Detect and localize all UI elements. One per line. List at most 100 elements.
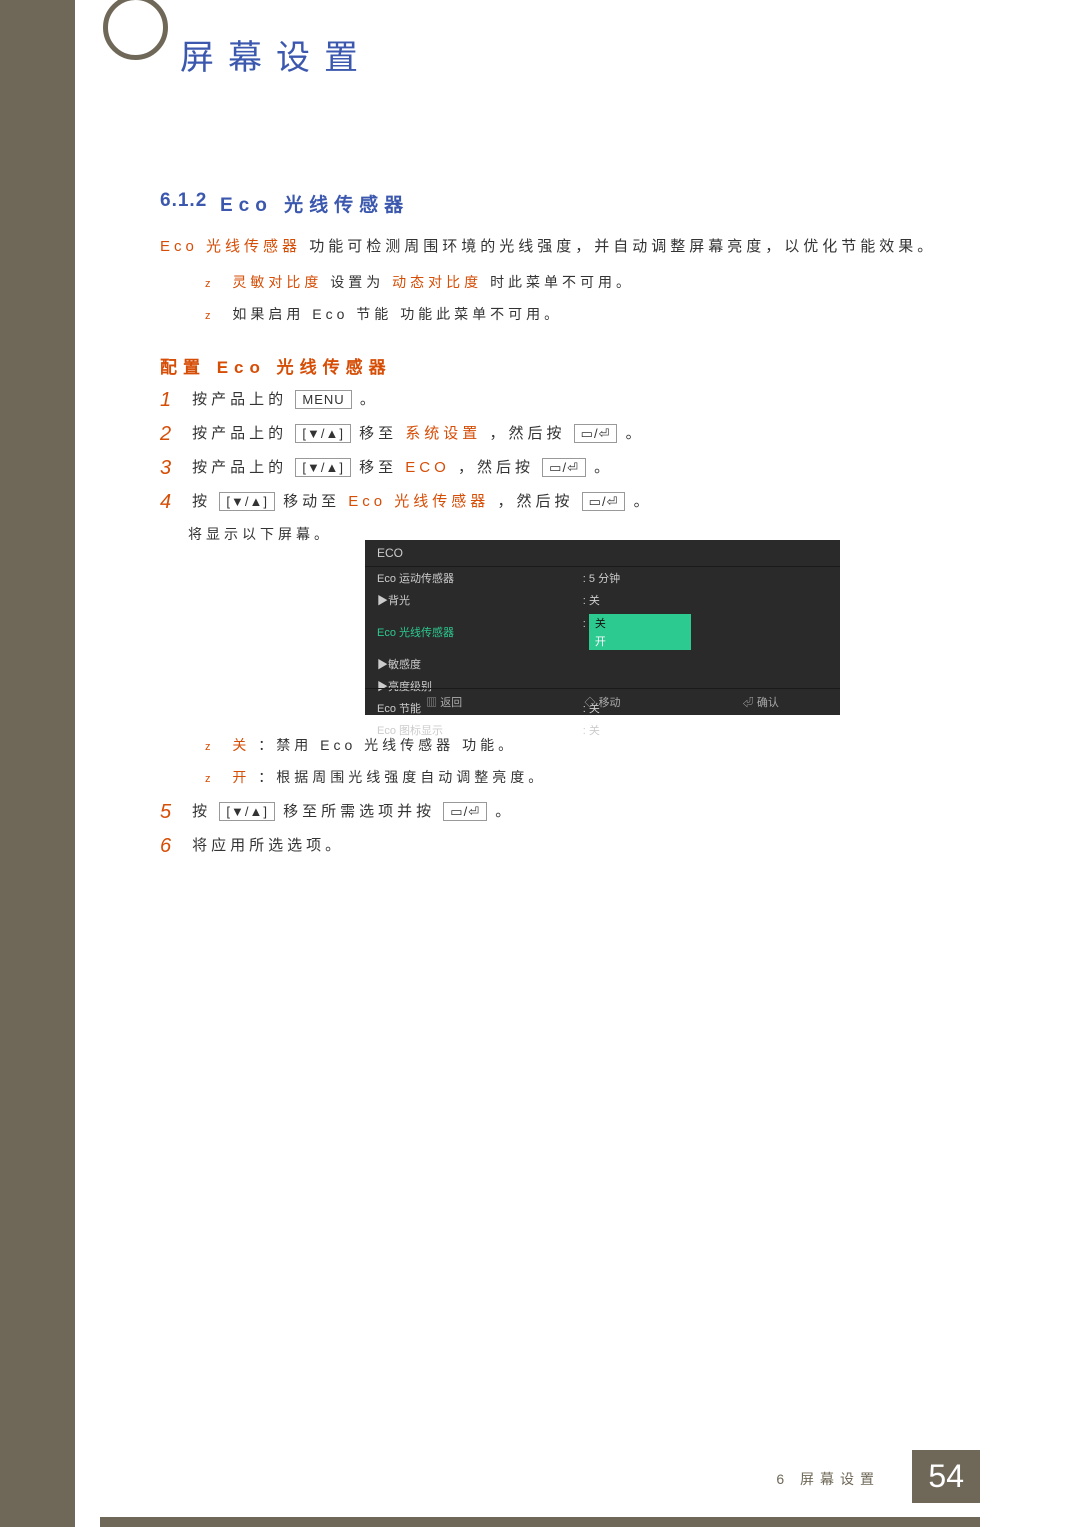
step-3: 3 按产品上的 [▼/▲] 移至 ECO ，然后按 ▭/⏎ 。 — [160, 456, 653, 480]
step-text: ，然后按 — [489, 425, 565, 442]
osd-ok: ⏎ 确认 — [743, 694, 779, 710]
footer-chapter-text: 6 屏幕设置 — [776, 1469, 880, 1489]
osd-value: : 5 分钟 — [571, 567, 840, 589]
osd-move-label: 移动 — [599, 697, 621, 709]
bullet-text: ：根据周围光线强度自动调整亮度。 — [258, 769, 546, 785]
note-bullets-after: z 关 ：禁用 Eco 光线传感器 功能。 z 开 ：根据周围光线强度自动调整亮… — [205, 735, 546, 799]
enter-source-icon: ▭/⏎ — [542, 458, 586, 477]
arrow-buttons: [▼/▲] — [295, 458, 351, 477]
step-text: 按产品上的 — [192, 425, 287, 442]
chapter-title: 屏幕设置 — [180, 30, 372, 79]
section-description: Eco 光线传感器 功能可检测周围环境的光线强度，并自动调整屏幕亮度，以优化节能… — [160, 235, 936, 256]
step-text: 按 — [192, 803, 211, 820]
bullet-marker: z — [205, 773, 215, 785]
osd-row: ▶敏感度 — [365, 653, 840, 675]
bullet-text: ：禁用 — [258, 737, 312, 753]
osd-footer: ▥ 返回 ◇ 移动 ⏎ 确认 — [365, 688, 840, 715]
bullet-text: Eco 节能 — [312, 306, 392, 322]
bullet-row: z 关 ：禁用 Eco 光线传感器 功能。 — [205, 735, 546, 755]
page-content: 屏幕设置 6.1.2 Eco 光线传感器 Eco 光线传感器 功能可检测周围环境… — [100, 0, 980, 1517]
bullet-text: 时此菜单不可用。 — [490, 274, 634, 290]
step-number: 4 — [160, 490, 188, 514]
step-text: 移至 — [359, 425, 397, 442]
osd-value-selected: : 关 开 — [571, 611, 840, 653]
osd-option-off: 关 — [589, 614, 691, 632]
bullet-bold: Eco 光线传感器 — [320, 737, 454, 753]
step-highlight: Eco 光线传感器 — [348, 493, 489, 510]
step-text: 按 — [192, 493, 211, 510]
bullet-orange: 关 — [232, 737, 250, 753]
desc-text: 功能可检测周围环境的光线强度，并自动调整屏幕亮度，以优化节能效果。 — [309, 238, 936, 255]
step-text: 。 — [594, 459, 613, 476]
steps-list-2: 5 按 [▼/▲] 移至所需选项并按 ▭/⏎ 。 6 将应用所选选项。 — [160, 800, 514, 868]
step-text: 移至 — [359, 459, 397, 476]
step-body: 按产品上的 [▼/▲] 移至 系统设置 ，然后按 ▭/⏎ 。 — [192, 422, 644, 446]
bullet-text: 功能。 — [462, 737, 516, 753]
bullet-marker: z — [205, 310, 215, 322]
osd-ok-label: 确认 — [757, 697, 779, 709]
osd-label-selected: Eco 光线传感器 — [365, 611, 571, 653]
step-text: ，然后按 — [497, 493, 573, 510]
osd-row: ▶背光: 关 — [365, 589, 840, 611]
step-text: 。 — [634, 493, 653, 510]
step-body: 将应用所选选项。 — [192, 834, 344, 858]
step-text: 移动至 — [283, 493, 340, 510]
steps-list: 1 按产品上的 MENU 。 2 按产品上的 [▼/▲] 移至 系统设置 ，然后… — [160, 388, 653, 544]
bullet-marker: z — [205, 278, 215, 290]
step-4: 4 按 [▼/▲] 移动至 Eco 光线传感器 ，然后按 ▭/⏎ 。 — [160, 490, 653, 514]
osd-label: ▶背光 — [365, 589, 571, 611]
osd-back: ▥ 返回 — [426, 694, 462, 710]
step-text: 将应用所选选项。 — [192, 837, 344, 854]
step-text: 。 — [626, 425, 645, 442]
section-title: Eco 光线传感器 — [220, 190, 409, 217]
enter-source-icon: ▭/⏎ — [582, 492, 626, 511]
enter-source-icon: ▭/⏎ — [443, 802, 487, 821]
step-number: 2 — [160, 422, 188, 446]
step-body: 按 [▼/▲] 移至所需选项并按 ▭/⏎ 。 — [192, 800, 514, 824]
bullet-orange: 开 — [232, 769, 250, 785]
osd-value: : 关 — [571, 719, 840, 741]
arrow-buttons: [▼/▲] — [219, 492, 275, 511]
bullet-orange: 灵敏对比度 — [232, 274, 322, 290]
step-highlight: ECO — [405, 459, 450, 476]
menu-button-label: MENU — [295, 390, 351, 409]
arrow-buttons: [▼/▲] — [295, 424, 351, 443]
osd-back-label: 返回 — [440, 697, 462, 709]
step-text: 按产品上的 — [192, 391, 287, 408]
page-strip — [75, 0, 101, 1527]
bullet-text: 功能此菜单不可用。 — [400, 306, 562, 322]
step-1: 1 按产品上的 MENU 。 — [160, 388, 653, 412]
osd-label: ▶敏感度 — [365, 653, 571, 675]
page-number: 54 — [912, 1450, 980, 1503]
osd-label: Eco 运动传感器 — [365, 567, 571, 589]
step-number: 5 — [160, 800, 188, 824]
step-highlight: 系统设置 — [405, 425, 481, 442]
osd-screenshot: ECO Eco 运动传感器: 5 分钟 ▶背光: 关 Eco 光线传感器 : 关… — [365, 540, 840, 715]
arrow-buttons: [▼/▲] — [219, 802, 275, 821]
bullet-text: 设置为 — [330, 274, 384, 290]
bullet-orange: 动态对比度 — [392, 274, 482, 290]
bullet-marker: z — [205, 741, 215, 753]
enter-source-icon: ▭/⏎ — [574, 424, 618, 443]
step-text: 。 — [495, 803, 514, 820]
osd-title: ECO — [365, 540, 840, 567]
step-text: 。 — [360, 391, 379, 408]
config-subheading: 配置 Eco 光线传感器 — [160, 353, 392, 378]
page-bottom-bar — [100, 1517, 980, 1527]
osd-move: ◇ 移动 — [584, 694, 620, 710]
osd-row-selected: Eco 光线传感器 : 关 开 — [365, 611, 840, 653]
desc-highlight: Eco 光线传感器 — [160, 238, 301, 255]
step-body: 按产品上的 MENU 。 — [192, 388, 379, 412]
step-2: 2 按产品上的 [▼/▲] 移至 系统设置 ，然后按 ▭/⏎ 。 — [160, 422, 653, 446]
step-text: ，然后按 — [458, 459, 534, 476]
note-bullets-top: z 灵敏对比度 设置为 动态对比度 时此菜单不可用。 z 如果启用 Eco 节能… — [205, 272, 634, 336]
bullet-row: z 灵敏对比度 设置为 动态对比度 时此菜单不可用。 — [205, 272, 634, 292]
step-body: 按 [▼/▲] 移动至 Eco 光线传感器 ，然后按 ▭/⏎ 。 — [192, 490, 652, 514]
osd-value — [571, 653, 840, 675]
section-number: 6.1.2 — [160, 190, 207, 212]
step-5: 5 按 [▼/▲] 移至所需选项并按 ▭/⏎ 。 — [160, 800, 514, 824]
chapter-icon — [103, 0, 168, 60]
osd-option-on: 开 — [589, 632, 691, 650]
bullet-text: 如果启用 — [232, 306, 304, 322]
osd-value: : 关 — [571, 589, 840, 611]
